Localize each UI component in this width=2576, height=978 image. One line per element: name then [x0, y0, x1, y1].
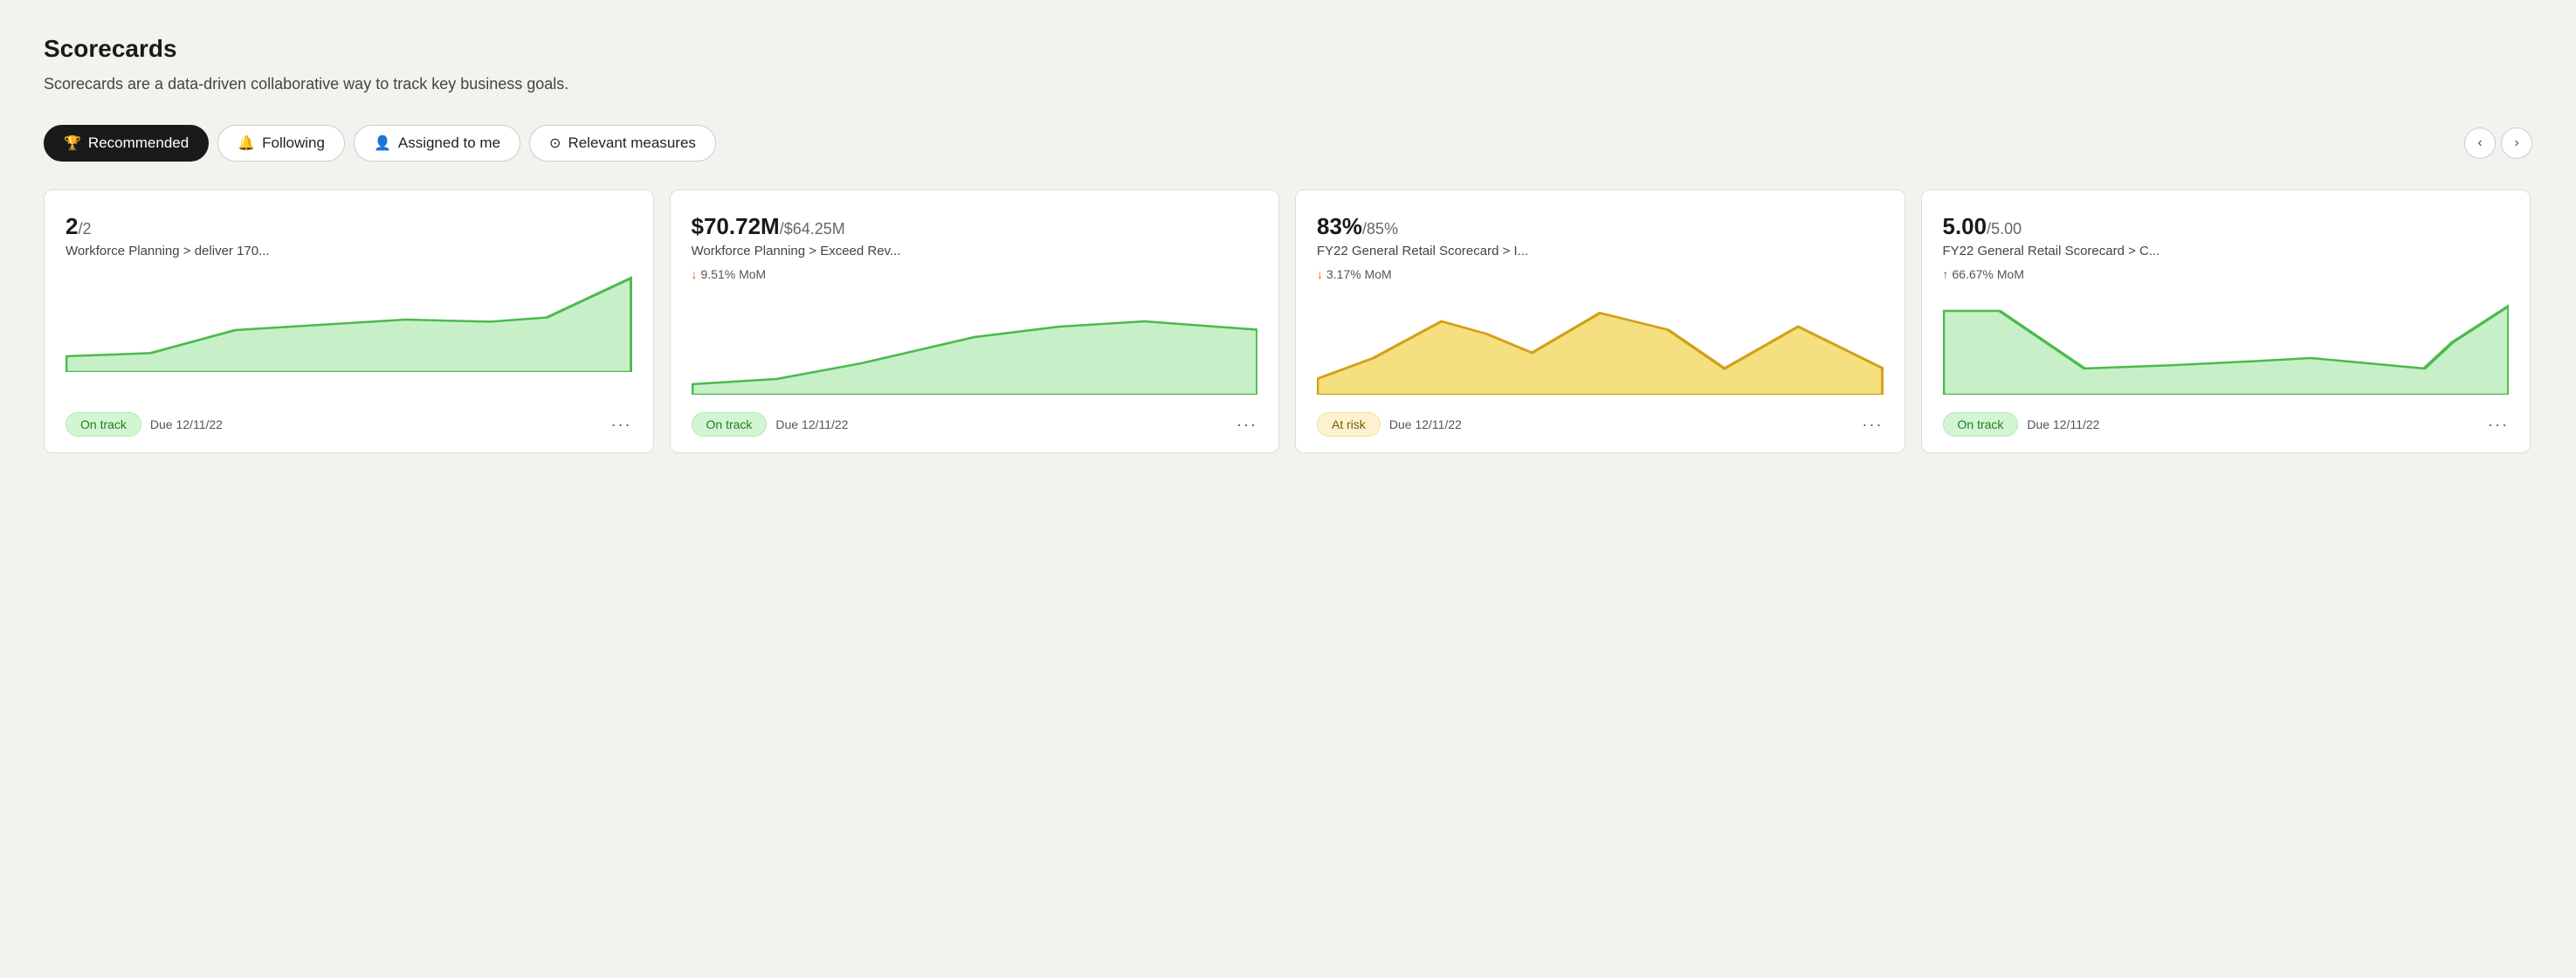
- card-value: $70.72M/$64.25M: [692, 213, 1258, 240]
- card-main-value: $70.72M: [692, 213, 780, 239]
- card-value: 2/2: [65, 213, 632, 240]
- card-value: 5.00/5.00: [1943, 213, 2510, 240]
- chart-svg: [1943, 290, 2510, 395]
- tabs-row: 🏆 Recommended 🔔 Following 👤 Assigned to me ⊙ Re…: [44, 125, 2532, 162]
- mom-arrow-icon: ↓: [692, 267, 698, 281]
- card-value: 83%/85%: [1317, 213, 1884, 240]
- card-chart: [1943, 290, 2510, 395]
- card-mom: ↓ 9.51% MoM: [692, 267, 1258, 281]
- card-due: Due 12/11/22: [1389, 417, 1462, 431]
- card-more-button[interactable]: ···: [1863, 416, 1884, 434]
- scorecard-card-1[interactable]: 2/2 Workforce Planning > deliver 170... …: [44, 189, 654, 453]
- card-label: Workforce Planning > deliver 170...: [65, 244, 632, 258]
- card-footer: On track Due 12/11/22 ···: [1943, 400, 2510, 452]
- mom-value: 9.51% MoM: [701, 267, 767, 281]
- card-label: FY22 General Retail Scorecard > C...: [1943, 244, 2510, 258]
- status-badge: On track: [1943, 412, 2019, 437]
- tab-label: Recommended: [88, 134, 189, 152]
- card-chart: [692, 290, 1258, 395]
- chart-svg: [1317, 290, 1884, 395]
- card-more-button[interactable]: ···: [611, 416, 632, 434]
- assigned-icon: 👤: [374, 134, 391, 152]
- scorecard-card-2[interactable]: $70.72M/$64.25M Workforce Planning > Exc…: [670, 189, 1280, 453]
- card-footer: At risk Due 12/11/22 ···: [1317, 400, 1884, 452]
- card-more-button[interactable]: ···: [2488, 416, 2509, 434]
- card-label: FY22 General Retail Scorecard > I...: [1317, 244, 1884, 258]
- card-chart: [1317, 290, 1884, 395]
- card-mom: ↓ 3.17% MoM: [1317, 267, 1884, 281]
- tab-label: Assigned to me: [398, 134, 500, 152]
- status-badge: On track: [692, 412, 768, 437]
- card-footer: On track Due 12/11/22 ···: [65, 400, 632, 452]
- card-due: Due 12/11/22: [2027, 417, 2099, 431]
- mom-arrow-icon: ↑: [1943, 267, 1949, 281]
- card-more-button[interactable]: ···: [1236, 416, 1257, 434]
- tab-following[interactable]: 🔔 Following: [217, 125, 345, 162]
- card-secondary-value: /5.00: [1987, 220, 2022, 238]
- tab-recommended[interactable]: 🏆 Recommended: [44, 125, 209, 162]
- tab-relevant[interactable]: ⊙ Relevant measures: [529, 125, 716, 162]
- scorecard-card-3[interactable]: 83%/85% FY22 General Retail Scorecard > …: [1295, 189, 1905, 453]
- status-badge: On track: [65, 412, 141, 437]
- cards-row: 2/2 Workforce Planning > deliver 170... …: [44, 189, 2532, 453]
- chart-svg: [65, 267, 632, 372]
- card-footer: On track Due 12/11/22 ···: [692, 400, 1258, 452]
- nav-arrows: ‹ ›: [2464, 127, 2532, 159]
- card-secondary-value: /2: [78, 220, 91, 238]
- tab-label: Following: [262, 134, 325, 152]
- page-title: Scorecards: [44, 35, 2532, 63]
- mom-arrow-icon: ↓: [1317, 267, 1323, 281]
- card-main-value: 2: [65, 213, 78, 239]
- card-main-value: 83%: [1317, 213, 1362, 239]
- following-icon: 🔔: [238, 134, 255, 152]
- card-secondary-value: /$64.25M: [780, 220, 845, 238]
- chart-svg: [692, 290, 1258, 395]
- status-badge: At risk: [1317, 412, 1381, 437]
- card-main-value: 5.00: [1943, 213, 1987, 239]
- card-mom: ↑ 66.67% MoM: [1943, 267, 2510, 281]
- card-secondary-value: /85%: [1362, 220, 1398, 238]
- recommended-icon: 🏆: [64, 134, 81, 152]
- card-chart: [65, 267, 632, 395]
- tab-assigned[interactable]: 👤 Assigned to me: [354, 125, 520, 162]
- mom-value: 66.67% MoM: [1953, 267, 2024, 281]
- card-due: Due 12/11/22: [150, 417, 223, 431]
- nav-next-button[interactable]: ›: [2501, 127, 2532, 159]
- mom-value: 3.17% MoM: [1326, 267, 1392, 281]
- page-subtitle: Scorecards are a data-driven collaborati…: [44, 75, 2532, 93]
- card-due: Due 12/11/22: [775, 417, 848, 431]
- nav-prev-button[interactable]: ‹: [2464, 127, 2496, 159]
- relevant-icon: ⊙: [549, 134, 561, 152]
- scorecard-card-4[interactable]: 5.00/5.00 FY22 General Retail Scorecard …: [1921, 189, 2531, 453]
- card-label: Workforce Planning > Exceed Rev...: [692, 244, 1258, 258]
- tab-label: Relevant measures: [568, 134, 695, 152]
